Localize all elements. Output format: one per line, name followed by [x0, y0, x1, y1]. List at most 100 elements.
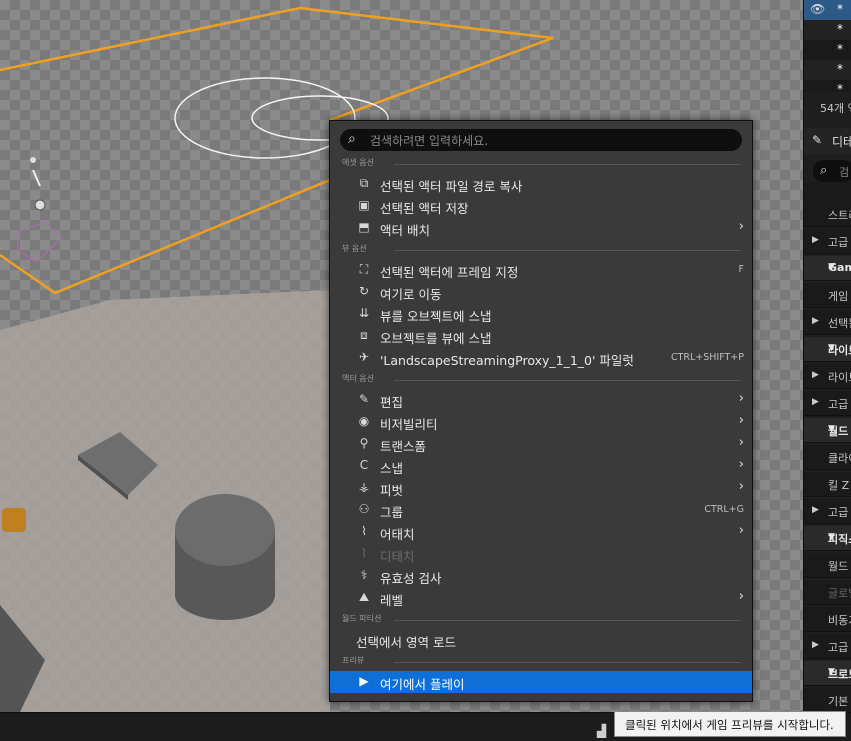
- chevron-right-icon: ›: [738, 219, 744, 234]
- details-property-row[interactable]: 스트리: [804, 202, 851, 227]
- outliner-row[interactable]: 👁 *: [804, 0, 851, 20]
- menu-item-label: 디태치: [380, 549, 415, 564]
- menu-item[interactable]: ✎ 편집 ›: [330, 389, 752, 411]
- chevron-right-icon: ▶: [812, 316, 819, 326]
- menu-search-box[interactable]: ⌕: [340, 129, 742, 151]
- outliner-row[interactable]: *: [804, 20, 851, 40]
- menu-item[interactable]: ⛶ 선택된 액터에 프레임 지정 F: [330, 259, 752, 281]
- details-property-row[interactable]: ▶라이트: [804, 364, 851, 389]
- place-actor-icon: ⬒: [358, 220, 370, 234]
- outliner-row[interactable]: *: [804, 80, 851, 92]
- details-property-row[interactable]: ▶ 고급: [804, 634, 851, 659]
- chevron-right-icon: ›: [738, 413, 744, 428]
- menu-item-label: 그룹: [380, 505, 404, 520]
- chevron-right-icon: ▶: [812, 397, 819, 407]
- outliner-row[interactable]: *: [804, 60, 851, 80]
- selection-outline-bottom: [0, 178, 331, 295]
- search-icon: ⌕: [820, 163, 828, 178]
- volume-wireframe: [17, 221, 63, 263]
- pilot-icon: ✈: [358, 350, 370, 364]
- menu-item[interactable]: ✈ 'LandscapeStreamingProxy_1_1_0' 파일럿 CTRL…: [330, 347, 752, 369]
- visibility-icon: ◉: [358, 414, 370, 428]
- details-property-row[interactable]: 킬 Z: [804, 472, 851, 497]
- menu-item[interactable]: ⧉ 선택된 액터 파일 경로 복사: [330, 173, 752, 195]
- copy-path-icon: ⧉: [359, 176, 369, 190]
- actor-sprite-icon[interactable]: [30, 157, 36, 163]
- menu-item[interactable]: ⚇ 그룹 CTRL+G: [330, 499, 752, 521]
- details-property-row[interactable]: 게임: [804, 283, 851, 308]
- menu-item[interactable]: ◉ 비저빌리티 ›: [330, 411, 752, 433]
- menu-item-label: 오브젝트를 뷰에 스냅: [380, 331, 492, 346]
- menu-section-header: 월드 파티션: [330, 613, 752, 627]
- menu-item-label: 여기로 이동: [380, 287, 442, 302]
- attach-icon: ⌇: [361, 524, 367, 538]
- details-property-row[interactable]: 글로벌: [804, 580, 851, 605]
- details-property-row[interactable]: 비동기: [804, 607, 851, 632]
- details-property-row[interactable]: ▼브로드: [804, 661, 851, 686]
- tab-details[interactable]: ✎ 디테: [804, 128, 851, 154]
- menu-item-label: 스냅: [380, 461, 404, 476]
- menu-item-label: 유효성 검사: [380, 571, 442, 586]
- details-property-row[interactable]: ▼ 월드: [804, 418, 851, 443]
- details-property-row[interactable]: ▼Game: [804, 256, 851, 281]
- menu-item[interactable]: ▶ 여기에서 플레이: [330, 671, 752, 693]
- search-icon: ⌕: [348, 131, 356, 147]
- menu-item[interactable]: ⬒ 액터 배치 ›: [330, 217, 752, 239]
- level-icon: ⛰: [358, 590, 370, 604]
- validate-icon: ⚕: [360, 568, 368, 582]
- menu-item-label: 선택된 액터에 프레임 지정: [380, 265, 519, 280]
- details-property-row[interactable]: ▶ 고급: [804, 229, 851, 254]
- details-property-row[interactable]: ▶ 고급: [804, 499, 851, 524]
- menu-search-input[interactable]: [368, 131, 732, 151]
- chevron-right-icon: ›: [738, 457, 744, 472]
- menu-item-label: 선택에서 영역 로드: [356, 635, 456, 650]
- outliner-row[interactable]: *: [804, 40, 851, 60]
- menu-item-label: 레벨: [380, 593, 404, 608]
- menu-section-header: 액터 옵션: [330, 373, 752, 387]
- player-start-icon[interactable]: [2, 508, 26, 532]
- eye-icon[interactable]: 👁: [810, 2, 825, 16]
- menu-item-label: 어태치: [380, 527, 415, 542]
- menu-item[interactable]: ⚕ 유효성 검사: [330, 565, 752, 587]
- details-property-row[interactable]: ▶ 고급: [804, 391, 851, 416]
- menu-item[interactable]: ⚶ 피벗 ›: [330, 477, 752, 499]
- play-icon: ▶: [359, 674, 369, 688]
- details-search-input[interactable]: ⌕ 검: [813, 160, 851, 182]
- menu-item[interactable]: 선택에서 영역 로드: [330, 629, 752, 651]
- menu-item[interactable]: ⛰ 레벨 ›: [330, 587, 752, 609]
- menu-item-label: 액터 배치: [380, 223, 430, 238]
- details-property-row[interactable]: 기본: [804, 688, 851, 712]
- actor-count-text: 54개 액: [820, 102, 851, 115]
- menu-item[interactable]: ⚲ 트랜스폼 ›: [330, 433, 752, 455]
- chevron-right-icon: ▶: [812, 235, 819, 245]
- chevron-right-icon: ▶: [812, 505, 819, 515]
- menu-section-header: 에셋 옵션: [330, 157, 752, 171]
- menu-item-label: 선택된 액터 파일 경로 복사: [380, 179, 523, 194]
- menu-item[interactable]: C 스냅 ›: [330, 455, 752, 477]
- menu-item[interactable]: ⌇ 어태치 ›: [330, 521, 752, 543]
- snap-object-to-view-icon: ⇊: [358, 306, 370, 320]
- details-property-row[interactable]: ▼라이트: [804, 337, 851, 362]
- stats-icon[interactable]: ▟: [597, 724, 611, 738]
- menu-item[interactable]: ⧈ 오브젝트를 뷰에 스냅: [330, 325, 752, 347]
- details-property-row[interactable]: 클라이: [804, 445, 851, 470]
- light-sprite-icon[interactable]: [34, 199, 46, 211]
- frame-icon: ⛶: [359, 262, 369, 276]
- menu-item[interactable]: ▣ 선택된 액터 저장: [330, 195, 752, 217]
- chevron-right-icon: ▶: [812, 640, 819, 650]
- menu-item[interactable]: ⇊ 뷰를 오브젝트에 스냅: [330, 303, 752, 325]
- menu-item-label: 선택된 액터 저장: [380, 201, 469, 216]
- details-property-row[interactable]: ▼피직스: [804, 526, 851, 551]
- menu-item-label: 피벗: [380, 483, 404, 498]
- details-property-row[interactable]: 월드: [804, 553, 851, 578]
- details-panel: 👁 * * * * * 54개 액 ✎ 디테 ⌕ 검 스트리▶고급▼Game게임…: [803, 0, 851, 712]
- group-icon: ⚇: [358, 502, 370, 516]
- menu-item-label: 뷰를 오브젝트에 스냅: [380, 309, 492, 324]
- chevron-right-icon: ›: [738, 479, 744, 494]
- snap-icon: C: [359, 458, 369, 472]
- transform-icon: ⚲: [359, 436, 369, 450]
- radius-ring-outer: [174, 77, 356, 159]
- details-property-row[interactable]: ▶선택됨: [804, 310, 851, 335]
- menu-item[interactable]: ↻ 여기로 이동: [330, 281, 752, 303]
- menu-item: ⌇ 디태치: [330, 543, 752, 565]
